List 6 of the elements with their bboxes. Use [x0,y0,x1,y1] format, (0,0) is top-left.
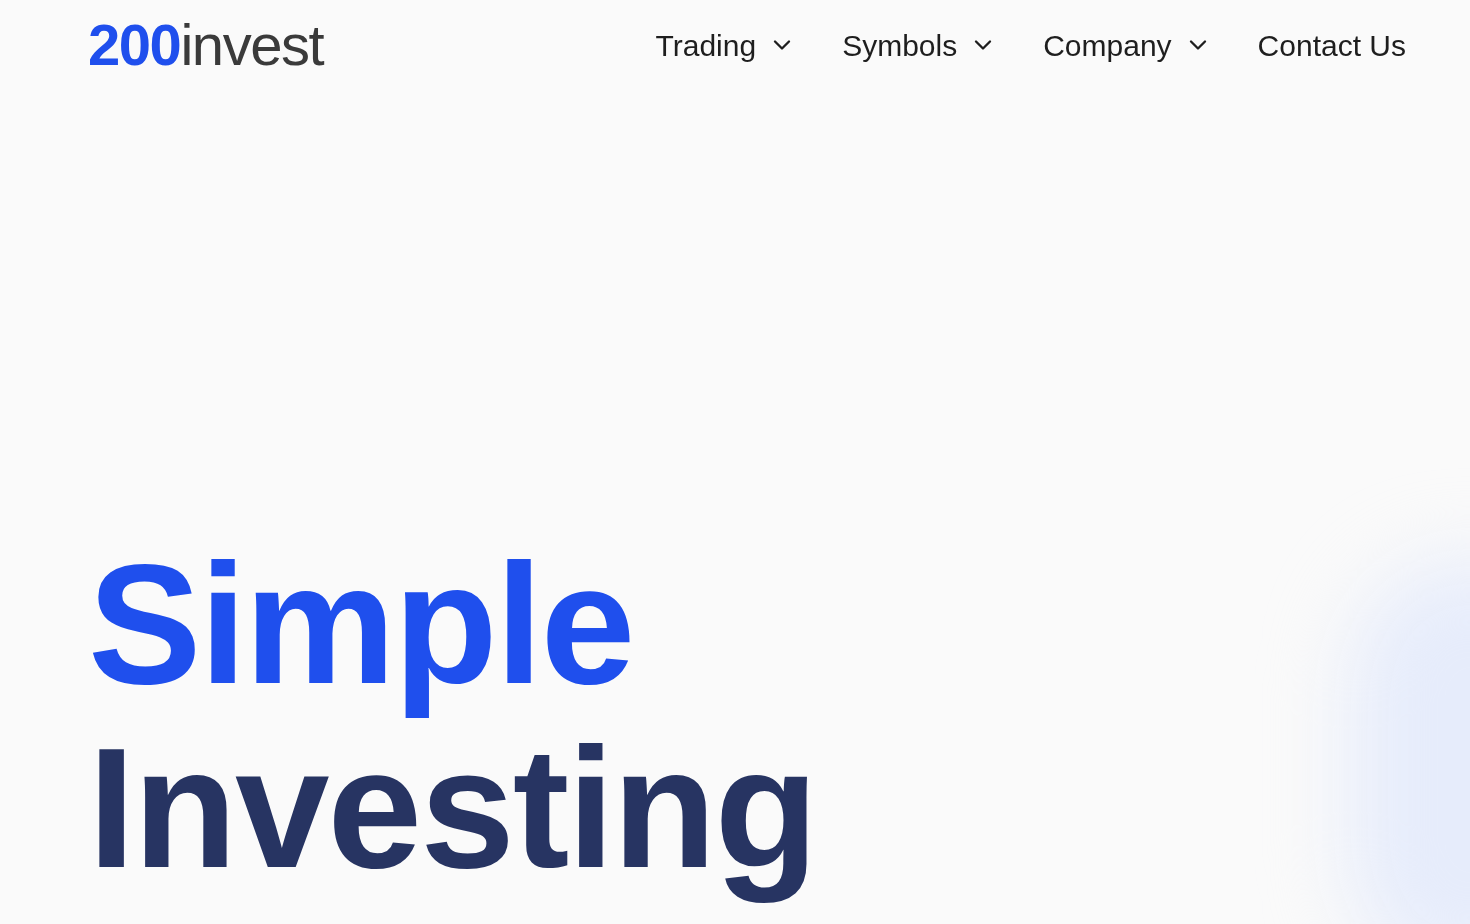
nav-link[interactable]: Symbols [842,22,998,68]
nav-link[interactable]: Company [1043,22,1212,68]
nav-link[interactable]: Contact Us [1257,22,1406,68]
hero-headline: Simple [88,532,634,716]
logo[interactable]: 200invest [88,16,324,74]
nav-link[interactable]: Trading [655,22,797,68]
